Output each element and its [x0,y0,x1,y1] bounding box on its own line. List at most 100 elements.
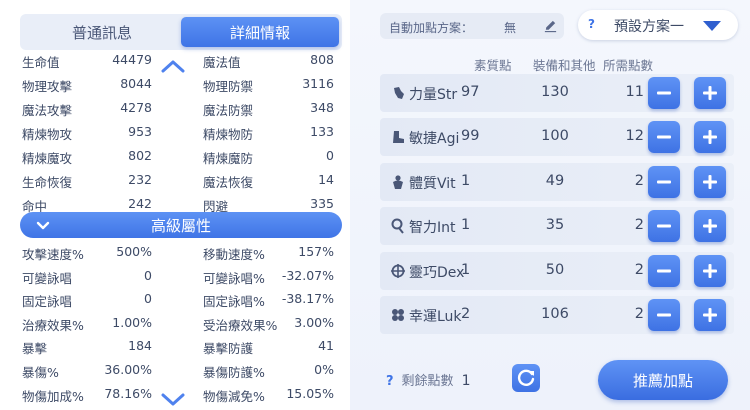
attribute-row: 智力Int 1 35 2 [380,207,734,246]
stat-value: 1.00% [112,314,152,330]
attribute-equip-bonus: 130 [541,84,569,100]
advanced-attributes-header[interactable]: 高級屬性 [20,212,342,238]
tab-normal-info[interactable]: 普通訊息 [23,17,181,47]
stat-value: -32.07% [281,267,334,283]
body-icon [393,175,403,189]
plus-icon [703,130,717,145]
attribute-base-points: 1 [461,217,471,234]
stat-label: 精煉物攻 [22,127,73,142]
boot-icon [393,131,404,144]
attribute-row: 幸運Luk 2 106 2 [380,296,734,334]
stat-row: 魔法攻擊 4278 魔法防禦 348 [22,96,334,120]
brain-icon [391,218,404,234]
attribute-base-points: 97 [461,84,480,100]
attribute-base-points: 1 [461,172,471,189]
stat-value: -38.17% [281,291,334,307]
stat-row: 精煉物攻 953 精煉物防 133 [22,120,334,144]
dropdown-triangle-icon [703,21,721,31]
scroll-down-icon[interactable] [158,392,188,408]
minus-icon [657,180,671,184]
stat-label: 物理攻擊 [22,79,73,94]
stat-row: 可變詠唱 0 可變詠唱% -32.07% [22,264,334,288]
tab-detail-info[interactable]: 詳細情報 [181,17,339,47]
stat-value: 335 [310,196,334,211]
stat-label: 固定詠唱 [22,294,73,310]
auto-plan-box[interactable]: 自動加點方案： 無 [380,13,564,39]
attribute-equip-bonus: 50 [545,261,565,278]
stat-value: 3116 [302,76,334,91]
stat-value: 78.16% [104,385,152,401]
increase-button[interactable] [694,121,726,154]
chevron-down-icon [36,221,50,230]
attribute-name: 體質Vit [409,175,456,192]
attribute-points-panel: 自動加點方案： 無 ? 預設方案一 素質點 裝備和其他 所需點數 力量Str 97… [366,0,750,410]
plus-icon [703,219,717,234]
increase-button[interactable] [694,299,726,331]
stat-row: 攻擊速度% 500% 移動速度% 157% [22,240,334,264]
decrease-button[interactable] [648,299,680,331]
stat-value: 15.05% [286,385,334,401]
preset-selector[interactable]: ? 預設方案一 [578,10,738,40]
stat-row: 暴傷% 36.00% 暴傷防護% 0% [22,358,334,382]
edit-pencil-icon[interactable] [543,18,558,33]
clover-icon [392,309,404,321]
stat-value: 133 [310,124,334,139]
scroll-up-icon[interactable] [158,58,188,74]
column-header-equip: 裝備和其他 [533,58,596,73]
reset-button[interactable] [512,364,540,392]
decrease-button[interactable] [648,254,680,287]
remaining-points: ? 剩餘點數 1 [386,370,470,389]
remaining-help-icon[interactable]: ? [386,374,394,389]
stat-label: 可變詠唱% [203,270,265,286]
attribute-name: 敏捷Agi [409,131,460,148]
stat-label: 可變詠唱 [22,270,73,286]
stat-label: 生命值 [22,55,60,70]
stat-value: 500% [116,244,152,259]
decrease-button[interactable] [648,210,680,243]
attribute-points-needed: 12 [625,128,644,145]
stat-value: 0 [144,291,152,307]
increase-button[interactable] [694,165,726,198]
stat-row: 固定詠唱 0 固定詠唱% -38.17% [22,287,334,311]
advanced-attributes-title: 高級屬性 [150,216,211,235]
stat-label: 攻擊速度% [22,247,84,262]
refresh-icon [517,369,535,386]
stat-value: 242 [128,196,152,211]
stat-value: 8044 [120,76,152,91]
stat-label: 暴傷防護% [203,365,265,380]
increase-button[interactable] [694,210,726,243]
minus-icon [657,224,671,228]
decrease-button[interactable] [648,165,680,198]
stat-label: 移動速度% [203,247,265,262]
decrease-button[interactable] [648,77,680,109]
recommend-points-button[interactable]: 推薦加點 [598,360,728,400]
stat-value: 0% [314,362,334,377]
stat-label: 精煉魔攻 [22,151,73,166]
stat-row: 物理攻擊 8044 物理防禦 3116 [22,72,334,96]
plus-icon [703,174,717,189]
attribute-equip-bonus: 106 [541,306,569,322]
stat-label: 精煉物防 [203,127,254,142]
attribute-points-needed: 2 [634,306,644,322]
plus-icon [703,86,717,100]
decrease-button[interactable] [648,121,680,154]
increase-button[interactable] [694,254,726,287]
stat-label: 治療效果% [22,317,84,333]
increase-button[interactable] [694,77,726,109]
stat-value: 4278 [120,100,152,115]
stat-row: 治療效果% 1.00% 受治療效果% 3.00% [22,311,334,335]
attribute-name: 靈巧Dex [409,264,465,281]
attribute-points-needed: 2 [634,261,644,278]
attribute-equip-bonus: 49 [545,172,565,189]
stat-value: 802 [128,148,152,163]
stat-label: 魔法防禦 [203,103,254,118]
stat-value: 232 [128,172,152,187]
minus-icon [657,313,671,317]
attribute-base-points: 1 [461,261,471,278]
help-icon[interactable]: ? [588,17,595,31]
stats-panel: 普通訊息 詳細情報 生命值 44479 魔法值 808 物理攻擊 8044 物理防禦 3116… [0,0,350,410]
crosshair-icon [391,263,405,278]
remaining-label: 剩餘點數 [401,374,454,389]
attribute-points-needed: 2 [634,217,644,234]
plus-icon [703,263,717,278]
